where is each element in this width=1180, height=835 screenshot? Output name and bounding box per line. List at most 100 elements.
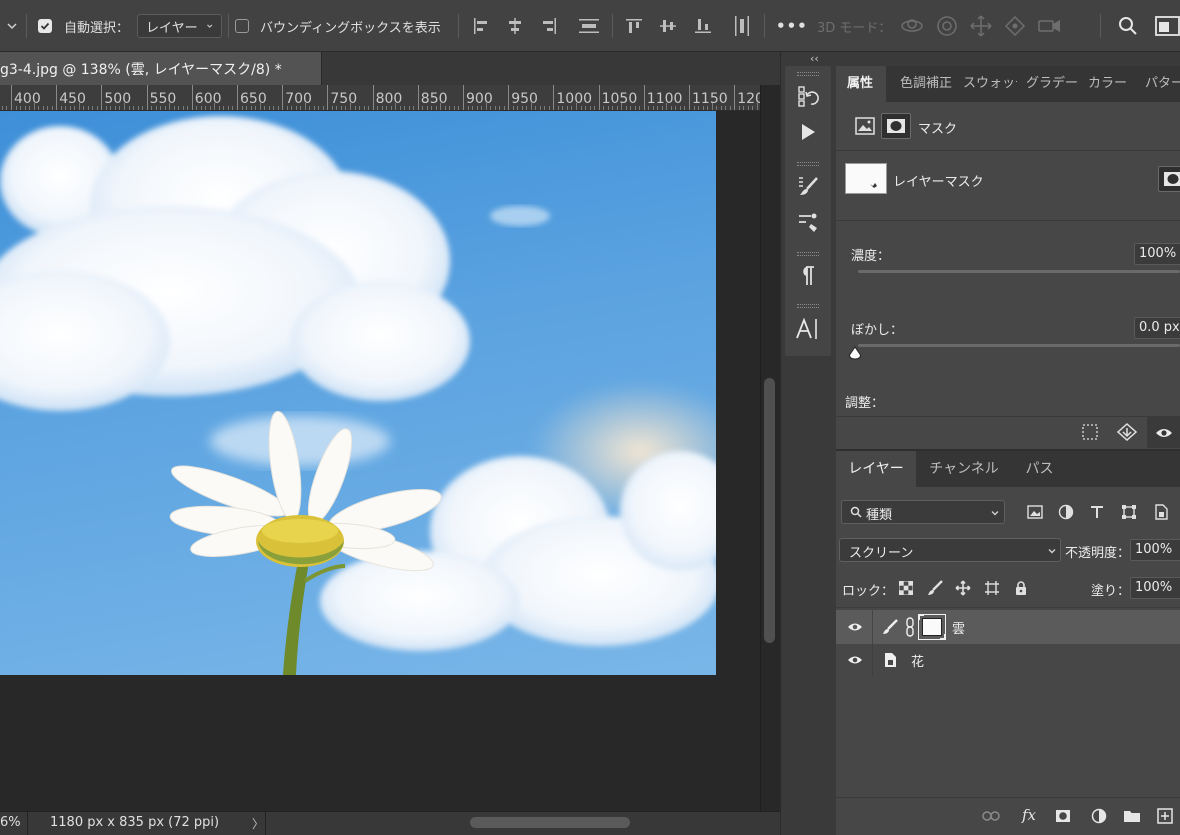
3d-camera-icon: [1038, 0, 1062, 52]
collapse-left-icon[interactable]: ‹‹: [810, 52, 819, 65]
ruler-tick-label: 800: [375, 91, 403, 107]
layer-filter-dropdown[interactable]: 種類: [841, 500, 1005, 524]
auto-select-checkbox[interactable]: [38, 0, 52, 52]
actions-play-icon[interactable]: [796, 120, 820, 144]
feather-slider[interactable]: [858, 344, 1180, 347]
layer-visibility-eye-icon[interactable]: [845, 618, 865, 636]
lock-all-icon[interactable]: [1011, 578, 1031, 598]
filter-shape-icon[interactable]: [1118, 502, 1140, 522]
layer-mask-thumbnail[interactable]: [845, 163, 887, 194]
filter-type-icon[interactable]: [1086, 502, 1108, 522]
align-top-icon[interactable]: [625, 0, 643, 52]
tab-gradients[interactable]: グラデーション: [1026, 66, 1079, 102]
density-slider[interactable]: [858, 270, 1180, 273]
vertical-scroll-thumb[interactable]: [764, 378, 775, 643]
align-vertical-center-icon[interactable]: [659, 0, 677, 52]
layer-style-fx-icon[interactable]: fx: [1016, 804, 1042, 826]
align-horizontal-center-icon[interactable]: [506, 0, 524, 52]
ruler-tick-label: 950: [511, 91, 538, 107]
filter-smart-object-icon[interactable]: [1150, 502, 1172, 522]
fill-value[interactable]: 100%: [1130, 577, 1180, 599]
new-group-folder-icon[interactable]: [1121, 805, 1143, 827]
layer-visibility-eye-icon[interactable]: [845, 651, 865, 669]
ruler-minor-tick: [499, 106, 501, 110]
tab-adjustments[interactable]: 色調補正: [900, 66, 952, 102]
horizontal-scroll-thumb[interactable]: [470, 817, 630, 828]
link-layers-icon[interactable]: [980, 806, 1002, 826]
tab-swatches[interactable]: スウォッチ: [963, 66, 1017, 102]
vector-mask-icon[interactable]: [1158, 166, 1180, 192]
status-bar: 6% 1180 px x 835 px (72 ppi) 〉: [0, 811, 780, 835]
ruler-minor-tick: [137, 106, 139, 110]
layer-name[interactable]: 雲: [952, 618, 965, 637]
tool-preset-chevron-icon[interactable]: [6, 0, 18, 52]
3d-orbit-icon: [900, 0, 924, 52]
lock-position-icon[interactable]: [953, 578, 973, 598]
brush-settings-icon[interactable]: [796, 174, 820, 198]
tab-layers[interactable]: レイヤー: [836, 451, 916, 487]
status-zoom[interactable]: 6%: [0, 815, 21, 830]
lock-transparent-pixels-icon[interactable]: [896, 578, 916, 598]
panel-icon-column: [785, 66, 831, 356]
new-adjustment-layer-icon[interactable]: [1088, 805, 1110, 827]
ruler-minor-tick: [182, 106, 184, 110]
lock-image-pixels-icon[interactable]: [925, 578, 945, 598]
ruler-minor-tick: [359, 106, 361, 110]
add-mask-icon[interactable]: [1052, 806, 1074, 826]
status-menu-arrow[interactable]: 〉: [252, 815, 264, 832]
canvas-image[interactable]: [0, 111, 716, 675]
align-bottom-icon[interactable]: [694, 0, 712, 52]
mask-link-icon[interactable]: [904, 616, 916, 638]
density-value[interactable]: 100%: [1134, 243, 1180, 265]
ruler-major-tick: [734, 85, 736, 110]
blend-mode-dropdown[interactable]: スクリーン: [839, 538, 1061, 562]
lock-artboard-icon[interactable]: [982, 578, 1002, 598]
layer-mask-thumbnail[interactable]: [918, 614, 946, 640]
ruler-major-tick: [282, 85, 284, 110]
opacity-label: 不透明度：: [1065, 546, 1131, 561]
new-layer-icon[interactable]: [1154, 805, 1176, 827]
ruler-minor-tick: [639, 106, 641, 110]
document-tab[interactable]: g3-4.jpg @ 138% (雲, レイヤーマスク/8) *: [0, 52, 322, 85]
tab-paths[interactable]: パス: [1012, 451, 1067, 487]
ruler-minor-tick: [187, 106, 189, 110]
tab-patterns[interactable]: パターン: [1145, 66, 1180, 102]
apply-mask-icon[interactable]: [1116, 421, 1138, 443]
feather-slider-thumb[interactable]: [848, 346, 862, 360]
ruler-minor-tick: [42, 106, 44, 110]
ruler-tick-label: 600: [194, 91, 222, 107]
paragraph-icon[interactable]: [796, 264, 820, 288]
feather-value[interactable]: 0.0 px: [1134, 317, 1180, 339]
tab-properties[interactable]: 属性: [836, 66, 886, 102]
tab-channels[interactable]: チャンネル: [916, 451, 1012, 487]
smart-object-icon: [880, 650, 900, 670]
brush-icon: [880, 617, 900, 637]
tab-color[interactable]: カラー: [1088, 66, 1134, 102]
align-right-icon[interactable]: [540, 0, 558, 52]
distribute-horizontal-icon[interactable]: [733, 0, 751, 52]
character-icon[interactable]: [793, 316, 823, 342]
distribute-vertical-icon[interactable]: [578, 0, 600, 52]
filter-adjustment-icon[interactable]: [1055, 502, 1077, 522]
mask-visibility-eye-icon[interactable]: [1147, 417, 1180, 448]
workspace-icon[interactable]: [1155, 0, 1180, 52]
layer-mask-icon[interactable]: [881, 113, 911, 139]
layer-row[interactable]: 雲: [836, 610, 1180, 644]
bounding-box-checkbox[interactable]: [235, 0, 249, 52]
panel-collapse-bar[interactable]: [836, 52, 1180, 66]
auto-select-target-dropdown[interactable]: レイヤー: [137, 14, 222, 38]
ruler-major-tick: [417, 85, 419, 110]
align-left-icon[interactable]: [472, 0, 490, 52]
ruler-minor-tick: [503, 106, 505, 110]
layer-name[interactable]: 花: [911, 651, 924, 670]
opacity-value[interactable]: 100%: [1130, 539, 1180, 561]
history-icon[interactable]: [796, 84, 820, 108]
filter-pixel-icon[interactable]: [1024, 502, 1046, 522]
search-icon[interactable]: [1118, 0, 1138, 52]
brush-presets-icon[interactable]: [796, 210, 820, 234]
horizontal-ruler: 400 450 500 550 600 650 700 750 800 850 900 950 1000…: [0, 85, 760, 111]
pixel-mask-icon[interactable]: [854, 116, 876, 136]
layer-row[interactable]: 花: [836, 643, 1180, 677]
load-selection-icon[interactable]: [1079, 421, 1101, 443]
more-options-button[interactable]: •••: [776, 17, 808, 35]
